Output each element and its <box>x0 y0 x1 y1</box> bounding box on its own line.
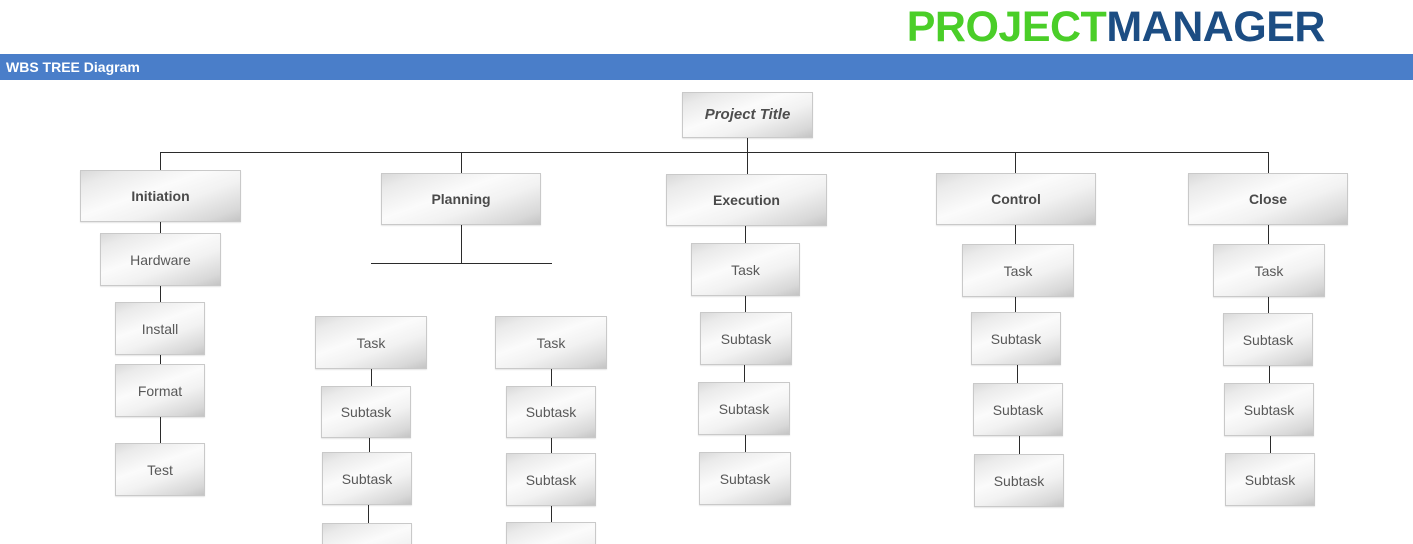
connector-close-1 <box>1268 225 1269 244</box>
connector-root-stem <box>747 138 748 152</box>
connector-drop-execution <box>747 152 748 174</box>
node-execution-subtask-3[interactable]: Subtask <box>699 452 791 505</box>
connector-control-2 <box>1015 297 1016 312</box>
node-planning-a-subtask-3[interactable]: Subtask <box>322 523 412 544</box>
connector-planning-split-bus <box>371 263 552 264</box>
node-planning-b-subtask-1[interactable]: Subtask <box>506 386 596 438</box>
node-close-subtask-2[interactable]: Subtask <box>1224 383 1314 436</box>
node-planning-b-subtask-2[interactable]: Subtask <box>506 453 596 506</box>
node-control-subtask-3[interactable]: Subtask <box>974 454 1064 507</box>
connector-drop-initiation <box>160 152 161 170</box>
node-initiation-install[interactable]: Install <box>115 302 205 355</box>
connector-planning-b-1 <box>551 369 552 386</box>
logo-word-manager: MANAGER <box>1106 3 1325 51</box>
connector-execution-1 <box>745 226 746 243</box>
connector-initiation-3 <box>160 355 161 364</box>
node-control-subtask-1[interactable]: Subtask <box>971 312 1061 365</box>
node-project-title[interactable]: Project Title <box>682 92 813 138</box>
node-initiation-hardware[interactable]: Hardware <box>100 233 221 286</box>
node-close-task[interactable]: Task <box>1213 244 1325 297</box>
connector-control-4 <box>1019 436 1020 454</box>
node-execution-task[interactable]: Task <box>691 243 800 296</box>
title-bar: WBS TREE Diagram <box>0 54 1413 80</box>
connector-execution-3 <box>744 365 745 382</box>
connector-drop-planning <box>461 152 462 173</box>
connector-initiation-2 <box>160 286 161 302</box>
connector-close-3 <box>1269 366 1270 383</box>
connector-control-3 <box>1017 365 1018 383</box>
page-title: WBS TREE Diagram <box>6 59 140 75</box>
node-phase-close[interactable]: Close <box>1188 173 1348 225</box>
connector-execution-2 <box>745 296 746 312</box>
connector-control-1 <box>1015 225 1016 244</box>
node-phase-planning[interactable]: Planning <box>381 173 541 225</box>
node-planning-task-b[interactable]: Task <box>495 316 607 369</box>
node-phase-initiation[interactable]: Initiation <box>80 170 241 222</box>
connector-execution-4 <box>745 435 746 452</box>
wbs-diagram-page: PROJECTMANAGER WBS TREE Diagram Project … <box>0 0 1413 544</box>
node-execution-subtask-1[interactable]: Subtask <box>700 312 792 365</box>
connector-planning-a-2 <box>369 438 370 452</box>
node-planning-task-a[interactable]: Task <box>315 316 427 369</box>
connector-planning-b-2 <box>551 438 552 453</box>
node-close-subtask-3[interactable]: Subtask <box>1225 453 1315 506</box>
node-phase-control[interactable]: Control <box>936 173 1096 225</box>
connector-planning-a-3 <box>368 505 369 523</box>
wbs-tree-canvas: Project Title Initiation Hardware Instal… <box>0 80 1413 544</box>
connector-planning-b-3 <box>551 506 552 522</box>
node-phase-execution[interactable]: Execution <box>666 174 827 226</box>
node-planning-b-subtask-3[interactable]: Subtask <box>506 522 596 544</box>
connector-initiation-4 <box>160 417 161 443</box>
node-initiation-format[interactable]: Format <box>115 364 205 417</box>
connector-drop-control <box>1015 152 1016 173</box>
connector-initiation-1 <box>160 222 161 233</box>
node-execution-subtask-2[interactable]: Subtask <box>698 382 790 435</box>
connector-close-4 <box>1270 436 1271 453</box>
node-control-task[interactable]: Task <box>962 244 1074 297</box>
projectmanager-logo: PROJECTMANAGER <box>906 2 1326 52</box>
connector-drop-close <box>1268 152 1269 173</box>
connector-close-2 <box>1268 297 1269 313</box>
connector-planning-a-1 <box>371 369 372 386</box>
node-close-subtask-1[interactable]: Subtask <box>1223 313 1313 366</box>
logo-word-project: PROJECT <box>906 3 1107 51</box>
connector-planning-stem <box>461 225 462 263</box>
node-planning-a-subtask-2[interactable]: Subtask <box>322 452 412 505</box>
node-planning-a-subtask-1[interactable]: Subtask <box>321 386 411 438</box>
connector-level1-bus <box>160 152 1268 153</box>
node-control-subtask-2[interactable]: Subtask <box>973 383 1063 436</box>
node-initiation-test[interactable]: Test <box>115 443 205 496</box>
